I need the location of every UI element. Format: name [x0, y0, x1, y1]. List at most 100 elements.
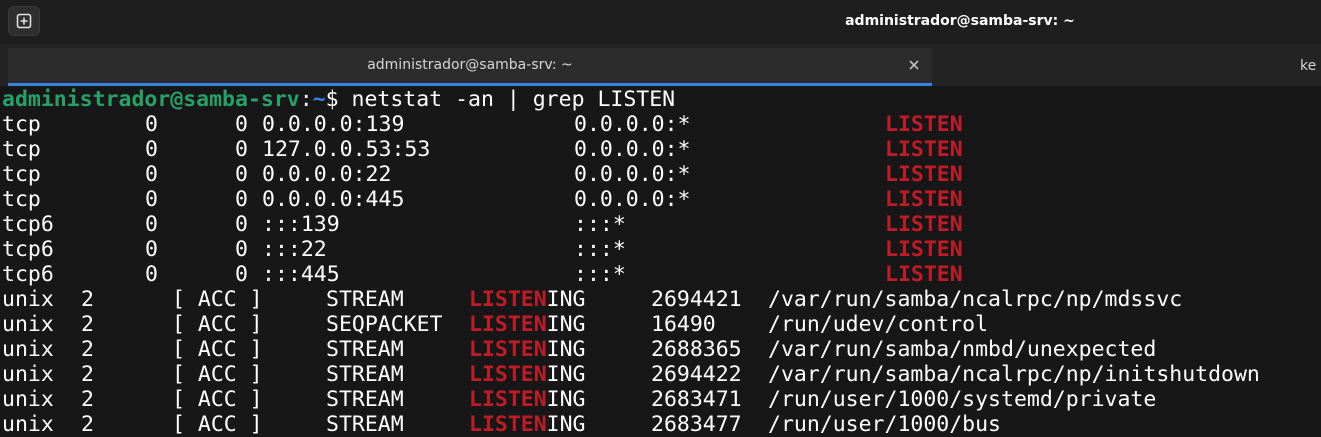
cell-inode: 2683471: [651, 387, 742, 412]
cell-state: LISTEN: [885, 212, 963, 237]
output-line-inet: tcp 0 0 0.0.0.0:445 0.0.0.0:* LISTEN: [2, 187, 1319, 212]
cell-state: LISTENING: [469, 412, 586, 437]
cell-recvq: 0: [145, 212, 158, 237]
cell-flags: [ ACC ]: [172, 287, 263, 312]
cell-local: 0.0.0.0:22: [262, 162, 392, 187]
terminal-output[interactable]: administrador@samba-srv:~$ netstat -an |…: [2, 87, 1319, 437]
cell-inode: 2694421: [651, 287, 742, 312]
cell-state: LISTEN: [885, 162, 963, 187]
cell-proto: unix: [2, 387, 54, 412]
output-line-inet: tcp 0 0 0.0.0.0:22 0.0.0.0:* LISTEN: [2, 162, 1319, 187]
cell-sendq: 0: [235, 162, 248, 187]
cell-type: STREAM: [326, 412, 404, 437]
cell-local: 127.0.0.53:53: [262, 137, 431, 162]
cell-state: LISTEN: [885, 262, 963, 287]
tab-close-button[interactable]: [906, 57, 922, 73]
output-line-unix: unix 2 [ ACC ] SEQPACKET LISTENING 16490/run/…: [2, 312, 1319, 337]
cell-inode: 2694422: [651, 362, 742, 387]
cell-recvq: 0: [145, 187, 158, 212]
cell-path: /var/run/samba/ncalrpc/np/initshutdown: [768, 362, 1260, 387]
cell-flags: [ ACC ]: [172, 387, 263, 412]
cell-sendq: 0: [235, 262, 248, 287]
tab-terminal-active[interactable]: administrador@samba-srv: ~: [8, 48, 932, 86]
new-tab-button[interactable]: [8, 6, 40, 36]
cell-recvq: 0: [145, 237, 158, 262]
cell-state: LISTENING: [469, 312, 586, 337]
cell-state-rest: ING: [546, 337, 586, 362]
cell-inode: 16490: [651, 312, 716, 337]
cell-local: 0.0.0.0:445: [262, 187, 405, 212]
cell-proto: tcp6: [2, 262, 54, 287]
cell-foreign: 0.0.0.0:*: [574, 137, 691, 162]
cell-proto: tcp: [2, 187, 41, 212]
cell-state: LISTENING: [469, 287, 586, 312]
cell-state: LISTEN: [885, 112, 963, 137]
cell-flags: [ ACC ]: [172, 362, 263, 387]
cell-path: /run/user/1000/systemd/private: [768, 387, 1157, 412]
cell-state-match: LISTEN: [469, 337, 547, 362]
cell-state-match: LISTEN: [469, 362, 547, 387]
cell-inode: 2688365: [651, 337, 742, 362]
prompt-path: ~: [312, 87, 326, 112]
output-line-inet: tcp 0 0 127.0.0.53:53 0.0.0.0:* LISTEN: [2, 137, 1319, 162]
cell-path: /run/user/1000/bus: [768, 412, 1001, 437]
prompt-symbol: $: [325, 87, 352, 112]
output-line-unix: unix 2 [ ACC ] STREAM LISTENING 2694422/var/r…: [2, 362, 1319, 387]
output-line-inet: tcp6 0 0:::22:::* LISTEN: [2, 237, 1319, 262]
cell-path: /run/udev/control: [768, 312, 989, 337]
cell-state-match: LISTEN: [469, 287, 547, 312]
cell-foreign: :::*: [574, 262, 626, 287]
cell-type: STREAM: [326, 287, 404, 312]
cell-path: /var/run/samba/ncalrpc/np/mdssvc: [768, 287, 1183, 312]
cell-type: STREAM: [326, 337, 404, 362]
cell-local: :::139: [262, 212, 340, 237]
cell-recvq: 0: [145, 112, 158, 137]
cell-state-rest: ING: [546, 312, 586, 337]
output-line-inet: tcp6 0 0:::139:::* LISTEN: [2, 212, 1319, 237]
window-title: administrador@samba-srv: ~: [845, 13, 1075, 29]
cell-type: SEQPACKET: [326, 312, 443, 337]
cell-state: LISTEN: [885, 137, 963, 162]
cell-proto: unix: [2, 362, 54, 387]
cell-proto: unix: [2, 312, 54, 337]
new-tab-icon: [16, 13, 32, 29]
cell-refcnt: 2: [81, 412, 94, 437]
cell-local: :::22: [262, 237, 327, 262]
cell-refcnt: 2: [81, 287, 94, 312]
tab-terminal-2[interactable]: ke: [1300, 48, 1321, 86]
cell-state-match: LISTEN: [469, 412, 547, 437]
cell-inode: 2683477: [651, 412, 742, 437]
cell-recvq: 0: [145, 137, 158, 162]
cell-proto: tcp6: [2, 237, 54, 262]
cell-refcnt: 2: [81, 312, 94, 337]
cell-proto: tcp6: [2, 212, 54, 237]
cell-state-rest: ING: [546, 412, 586, 437]
cell-type: STREAM: [326, 387, 404, 412]
prompt-line: administrador@samba-srv:~$ netstat -an |…: [2, 87, 1319, 112]
cell-proto: unix: [2, 287, 54, 312]
close-icon: [909, 60, 919, 70]
cell-refcnt: 2: [81, 387, 94, 412]
cell-foreign: :::*: [574, 212, 626, 237]
output-line-unix: unix 2 [ ACC ] STREAM LISTENING 2683471/run/u…: [2, 387, 1319, 412]
cell-sendq: 0: [235, 212, 248, 237]
cell-path: /var/run/samba/nmbd/unexpected: [768, 337, 1157, 362]
cell-proto: unix: [2, 412, 54, 437]
cell-state: LISTENING: [469, 337, 586, 362]
cell-state-match: LISTEN: [469, 312, 547, 337]
cell-state: LISTENING: [469, 362, 586, 387]
tab-label: administrador@samba-srv: ~: [367, 57, 573, 73]
cell-recvq: 0: [145, 262, 158, 287]
prompt-colon: :: [299, 87, 313, 112]
cell-refcnt: 2: [81, 362, 94, 387]
cell-flags: [ ACC ]: [172, 312, 263, 337]
cell-state: LISTENING: [469, 387, 586, 412]
cell-sendq: 0: [235, 237, 248, 262]
cell-flags: [ ACC ]: [172, 412, 263, 437]
header-bar: administrador@samba-srv: ~: [0, 0, 1321, 44]
prompt-command: netstat -an | grep LISTEN: [351, 87, 676, 112]
cell-state-rest: ING: [546, 387, 586, 412]
cell-recvq: 0: [145, 162, 158, 187]
cell-flags: [ ACC ]: [172, 337, 263, 362]
output-line-unix: unix 2 [ ACC ] STREAM LISTENING 2694421/var/r…: [2, 287, 1319, 312]
